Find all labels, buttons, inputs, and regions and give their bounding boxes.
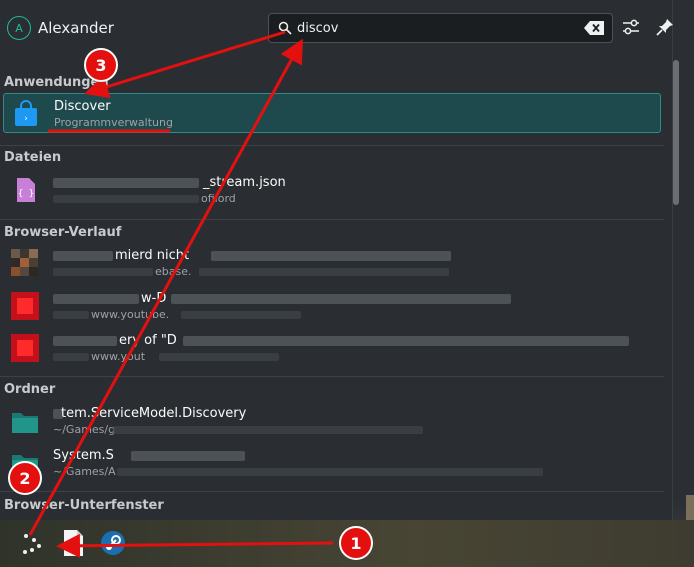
youtube-favicon-icon xyxy=(11,334,39,362)
redacted-text xyxy=(159,353,279,361)
result-subtitle: ofilord xyxy=(201,192,236,205)
scrollbar-thumb[interactable] xyxy=(673,60,679,205)
svg-text:›: › xyxy=(24,114,28,124)
section-title-browser-tabs: Browser-Unterfenster xyxy=(4,498,164,513)
redacted-text xyxy=(53,353,89,361)
redacted-text xyxy=(53,311,89,319)
result-history-2[interactable]: w-D www.youtube. xyxy=(3,286,661,326)
steam-icon[interactable] xyxy=(98,528,128,558)
redacted-text xyxy=(211,251,451,261)
search-icon xyxy=(278,21,292,35)
result-title: tem.ServiceModel.Discovery xyxy=(61,406,247,421)
redacted-text xyxy=(53,336,117,346)
section-divider xyxy=(0,491,664,492)
result-title: mierd nicht xyxy=(115,248,190,263)
section-title-files: Dateien xyxy=(4,150,62,165)
result-subtitle: www.youtube. xyxy=(91,308,170,321)
backspace-icon[interactable] xyxy=(584,21,604,35)
json-file-icon: { } xyxy=(17,178,35,202)
result-subtitle: ebase. xyxy=(155,265,192,278)
redacted-text xyxy=(53,195,199,203)
youtube-favicon-icon xyxy=(11,292,39,320)
section-divider xyxy=(0,376,664,377)
shopping-bag-icon: › xyxy=(15,100,37,126)
search-field[interactable] xyxy=(268,13,613,43)
redacted-text xyxy=(113,426,423,434)
result-history-1[interactable]: mierd nicht ebase. xyxy=(3,243,661,283)
redacted-text xyxy=(181,311,301,319)
search-input[interactable] xyxy=(297,18,577,38)
section-title-browser-history: Browser-Verlauf xyxy=(4,225,122,240)
folder-icon xyxy=(12,413,38,433)
user-avatar[interactable]: A xyxy=(7,16,31,40)
annotation-badge-1: 1 xyxy=(339,526,373,560)
result-subtitle: www.yout xyxy=(91,350,146,363)
redacted-text xyxy=(53,268,153,276)
redacted-text xyxy=(53,251,113,261)
result-discover[interactable]: › Discover Programmverwaltung xyxy=(3,93,661,133)
username-label: Alexander xyxy=(38,19,114,37)
result-title: Discover xyxy=(54,99,111,114)
result-title: System.S xyxy=(53,448,114,463)
redacted-text xyxy=(53,294,139,304)
launcher-icon[interactable] xyxy=(17,528,47,558)
result-folder-2[interactable]: System.S ~/Games/A xyxy=(3,443,661,483)
result-history-3[interactable]: ery of "D www.yout xyxy=(3,328,661,368)
redacted-text xyxy=(199,268,449,276)
section-divider xyxy=(0,219,664,220)
redacted-text xyxy=(171,294,511,304)
result-subtitle: Programmverwaltung xyxy=(54,116,173,129)
annotation-badge-2: 2 xyxy=(8,461,42,495)
sliders-icon[interactable] xyxy=(620,16,642,38)
svg-text:{ }: { } xyxy=(18,189,34,199)
section-divider xyxy=(0,145,664,146)
result-title: _stream.json xyxy=(203,175,286,190)
result-subtitle: ~/Games/A xyxy=(53,465,116,478)
redacted-text xyxy=(183,336,629,346)
result-title: ery of "D xyxy=(119,333,177,348)
annotation-badge-3: 3 xyxy=(84,48,118,82)
redacted-text xyxy=(53,178,199,188)
pin-icon[interactable] xyxy=(654,16,676,38)
desktop-edge xyxy=(686,495,694,520)
avatar-letter: A xyxy=(15,21,23,35)
redacted-text xyxy=(117,468,543,476)
document-icon[interactable] xyxy=(58,528,88,558)
result-subtitle: ~/Games/g xyxy=(53,423,116,436)
result-title: w-D xyxy=(141,291,167,306)
section-title-folders: Ordner xyxy=(4,382,56,397)
redacted-text xyxy=(131,451,245,461)
result-file[interactable]: { } _stream.json ofilord xyxy=(3,170,661,210)
result-folder-1[interactable]: tem.ServiceModel.Discovery ~/Games/g xyxy=(3,401,661,441)
favicon-icon xyxy=(11,249,38,276)
